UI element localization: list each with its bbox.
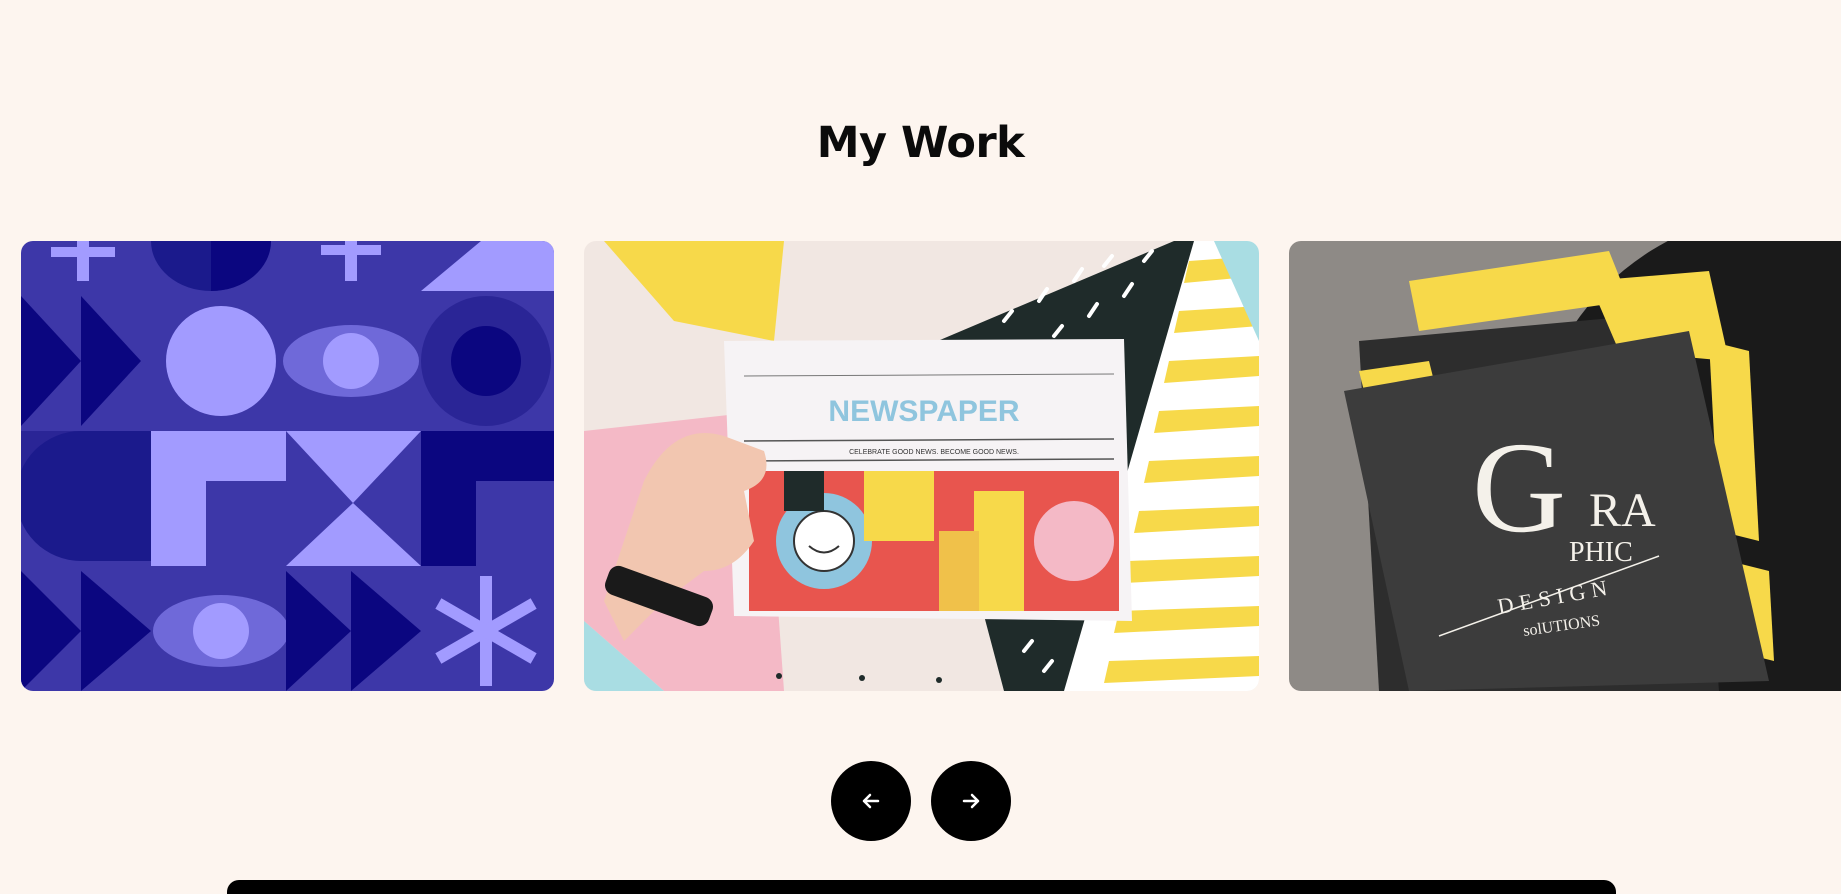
geometric-pattern-image — [21, 241, 554, 691]
book-letter-g: G — [1472, 416, 1566, 560]
section-title: My Work — [816, 118, 1025, 168]
next-slide-button[interactable] — [931, 761, 1011, 841]
graphic-design-book-image: G RA PHIC DESIGN solUTIONS — [1289, 241, 1841, 691]
newspaper-image: NEWSPAPER CELEBRATE GOOD NEWS. BECOME GO… — [584, 241, 1259, 691]
newspaper-headline: NEWSPAPER — [828, 395, 1019, 428]
book-line-1: RA — [1589, 484, 1656, 537]
work-carousel[interactable]: NEWSPAPER CELEBRATE GOOD NEWS. BECOME GO… — [0, 241, 1841, 691]
arrow-left-icon — [862, 793, 880, 809]
arrow-right-icon — [962, 793, 980, 809]
work-slide-newspaper[interactable]: NEWSPAPER CELEBRATE GOOD NEWS. BECOME GO… — [584, 241, 1259, 691]
book-line-2: PHIC — [1569, 537, 1633, 568]
my-work-section: My Work NEWSPAPER CELEBRATE GOOD NEWS. B… — [0, 0, 1841, 894]
work-slide-book[interactable]: G RA PHIC DESIGN solUTIONS — [1289, 241, 1841, 691]
previous-slide-button[interactable] — [831, 761, 911, 841]
work-slide-geometric[interactable] — [21, 241, 554, 691]
newspaper-tagline: CELEBRATE GOOD NEWS. BECOME GOOD NEWS. — [849, 449, 1019, 456]
footer-bar — [227, 880, 1616, 894]
